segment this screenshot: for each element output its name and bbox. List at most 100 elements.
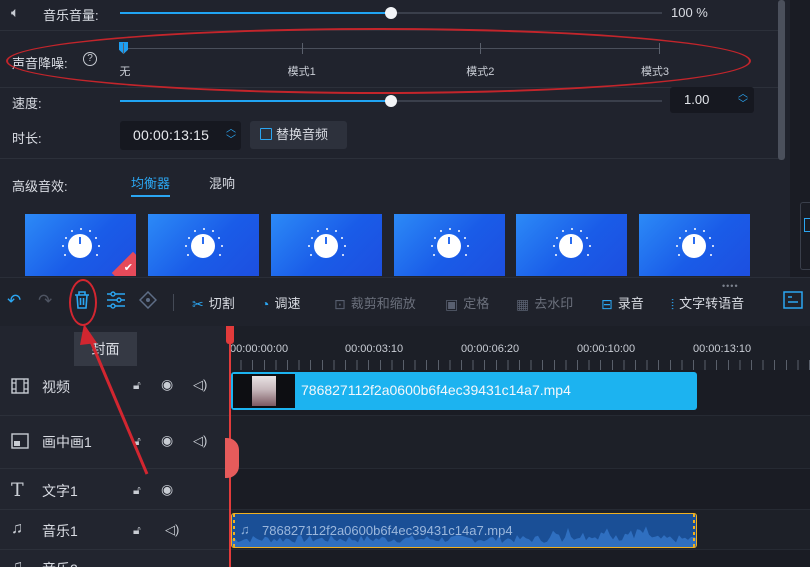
knob-tick	[220, 245, 223, 248]
edit-toolbar: •••• ↶ ↷ ✂ 切割 ◔ 调速 ⊡ 裁剪和缩放 ▣ 定格 ▦ 去水印 ⊟ 录音 ⦙ 文字…	[0, 277, 810, 326]
equalizer-preset[interactable]	[394, 214, 505, 276]
denoise-tick[interactable]	[659, 43, 660, 54]
knob-tick	[64, 236, 67, 239]
cut-button[interactable]: ✂ 切割	[192, 293, 235, 313]
music-clip[interactable]: ♫ 786827112f2a0600b6f4ec39431c14a7.mp4	[231, 513, 697, 548]
freeze-button[interactable]: ▣ 定格	[445, 293, 489, 313]
duration-value[interactable]: 00:00:13:15	[133, 127, 209, 143]
equalizer-preset[interactable]	[639, 214, 750, 276]
speed-button[interactable]: ◔ 调速	[261, 293, 300, 312]
track-music-2[interactable]: ♫ 音乐2	[0, 550, 229, 567]
speed-value[interactable]: 1.00	[684, 92, 709, 107]
lock-icon[interactable]: 🔓︎	[133, 378, 141, 393]
music-volume-label: 音乐音量:	[43, 8, 99, 23]
microphone-icon: ⊟	[601, 296, 613, 312]
clip-handle-right[interactable]	[693, 514, 695, 547]
keyframe-icon[interactable]	[138, 290, 158, 314]
denoise-tick[interactable]	[123, 43, 124, 54]
knob-tick	[71, 230, 74, 233]
resize-grip-icon[interactable]: ••••	[722, 281, 739, 291]
lock-icon[interactable]: 🔓︎	[133, 523, 141, 538]
knob-tick	[218, 236, 221, 239]
equalizer-preset[interactable]	[271, 214, 382, 276]
tab-reverb[interactable]: 混响	[209, 173, 235, 192]
chevron-down-icon[interactable]: ﹀	[738, 100, 748, 110]
scissors-icon: ✂	[192, 296, 204, 312]
subtitle-icon[interactable]	[783, 291, 803, 314]
knob-tick	[310, 236, 313, 239]
speed-slider[interactable]	[120, 95, 662, 107]
cut-label: 切割	[208, 296, 235, 311]
help-circle-icon[interactable]: ?	[83, 52, 97, 66]
equalizer-preset[interactable]: ✔	[25, 214, 136, 276]
speaker-icon: 🔈︎	[11, 4, 20, 20]
knob-tick	[431, 245, 433, 248]
play-icon[interactable]	[804, 218, 810, 232]
knob-tick	[341, 236, 344, 239]
lock-icon[interactable]: 🔓︎	[133, 434, 141, 449]
tab-equalizer[interactable]: 均衡器	[131, 173, 171, 197]
record-button[interactable]: ⊟ 录音	[601, 293, 644, 313]
text-to-speech-button[interactable]: ⦙ 文字转语音	[671, 293, 744, 313]
knob-tick	[711, 245, 714, 248]
track-pip[interactable]: 画中画1 🔓︎ ◉ ◁)	[0, 416, 229, 469]
speed-stepper[interactable]: 1.00 ︿ ﹀	[670, 87, 754, 113]
time-ruler[interactable]: 00:00:00:00 00:00:03:10 00:00:06:20 00:0…	[229, 326, 810, 370]
denoise-level-label[interactable]: 无	[120, 63, 131, 79]
duration-label: 时长:	[12, 131, 42, 146]
duration-stepper[interactable]: 00:00:13:15 ︿ ﹀	[120, 121, 241, 150]
denoise-tick[interactable]	[301, 43, 303, 54]
music-clip-name: 786827112f2a0600b6f4ec39431c14a7.mp4	[262, 523, 513, 538]
crop-zoom-button[interactable]: ⊡ 裁剪和缩放	[334, 293, 416, 313]
cover-button[interactable]: 封面	[74, 332, 137, 366]
eye-icon[interactable]: ◉	[161, 481, 173, 498]
music-volume-knob[interactable]	[385, 7, 397, 19]
preview-edge	[800, 202, 810, 270]
denoise-slider[interactable]: 无 模式1 模式2 模式3	[119, 42, 669, 78]
knob-tick	[571, 228, 573, 230]
record-label: 录音	[617, 296, 644, 311]
knob-tick	[219, 254, 222, 257]
chevron-down-icon[interactable]: ﹀	[226, 136, 236, 146]
clip-handle-left[interactable]	[233, 514, 235, 547]
lock-icon[interactable]: 🔓︎	[133, 483, 141, 498]
speaker-icon[interactable]: ◁)	[193, 377, 207, 393]
replace-audio-label: 替换音频	[276, 127, 329, 142]
eye-icon[interactable]: ◉	[161, 376, 173, 393]
playhead-handle[interactable]	[226, 326, 234, 344]
denoise-level-label[interactable]: 模式2	[466, 63, 494, 79]
redo-icon[interactable]: ↷	[38, 291, 52, 311]
knob-tick	[677, 254, 680, 257]
speaker-icon[interactable]: ◁)	[193, 433, 207, 449]
knob-icon	[68, 234, 92, 258]
track-music-1[interactable]: ♫ 音乐1 🔓︎ ◁)	[0, 510, 229, 550]
speaker-icon[interactable]: ◁)	[165, 522, 179, 538]
equalizer-preset[interactable]	[516, 214, 627, 276]
undo-icon[interactable]: ↶	[7, 291, 21, 311]
panel-scrollbar[interactable]	[778, 0, 785, 160]
replace-audio-button[interactable]: 替换音频	[250, 121, 347, 149]
knob-tick	[586, 236, 589, 239]
knob-tick	[554, 254, 557, 257]
replace-icon	[260, 128, 272, 140]
video-clip[interactable]: 786827112f2a0600b6f4ec39431c14a7.mp4	[231, 372, 697, 410]
delete-icon[interactable]	[73, 290, 91, 315]
audio-settings-panel: 🔈︎ 音乐音量: 100 % 声音降噪: ? 无 模式1 模式2 模式3 速度: 1.…	[0, 0, 790, 277]
denoise-level-label[interactable]: 模式1	[288, 63, 316, 79]
track-video[interactable]: 视频 🔓︎ ◉ ◁)	[0, 366, 229, 416]
speed-knob[interactable]	[385, 95, 397, 107]
chevron-up-icon[interactable]: ︿	[226, 125, 236, 135]
track-text[interactable]: T 文字1 🔓︎ ◉	[0, 469, 229, 510]
denoise-level-label[interactable]: 模式3	[641, 63, 669, 79]
settings-list-icon[interactable]	[106, 291, 126, 314]
equalizer-preset[interactable]	[148, 214, 259, 276]
playhead-grip[interactable]	[225, 438, 239, 478]
music-volume-slider[interactable]	[120, 7, 662, 19]
thumbnail-image	[252, 376, 276, 406]
text-t-icon: T	[11, 479, 24, 501]
divider	[0, 87, 780, 88]
track-name: 视频	[42, 379, 70, 395]
denoise-tick[interactable]	[480, 43, 482, 54]
remove-watermark-button[interactable]: ▦ 去水印	[516, 293, 573, 313]
eye-icon[interactable]: ◉	[161, 432, 173, 449]
